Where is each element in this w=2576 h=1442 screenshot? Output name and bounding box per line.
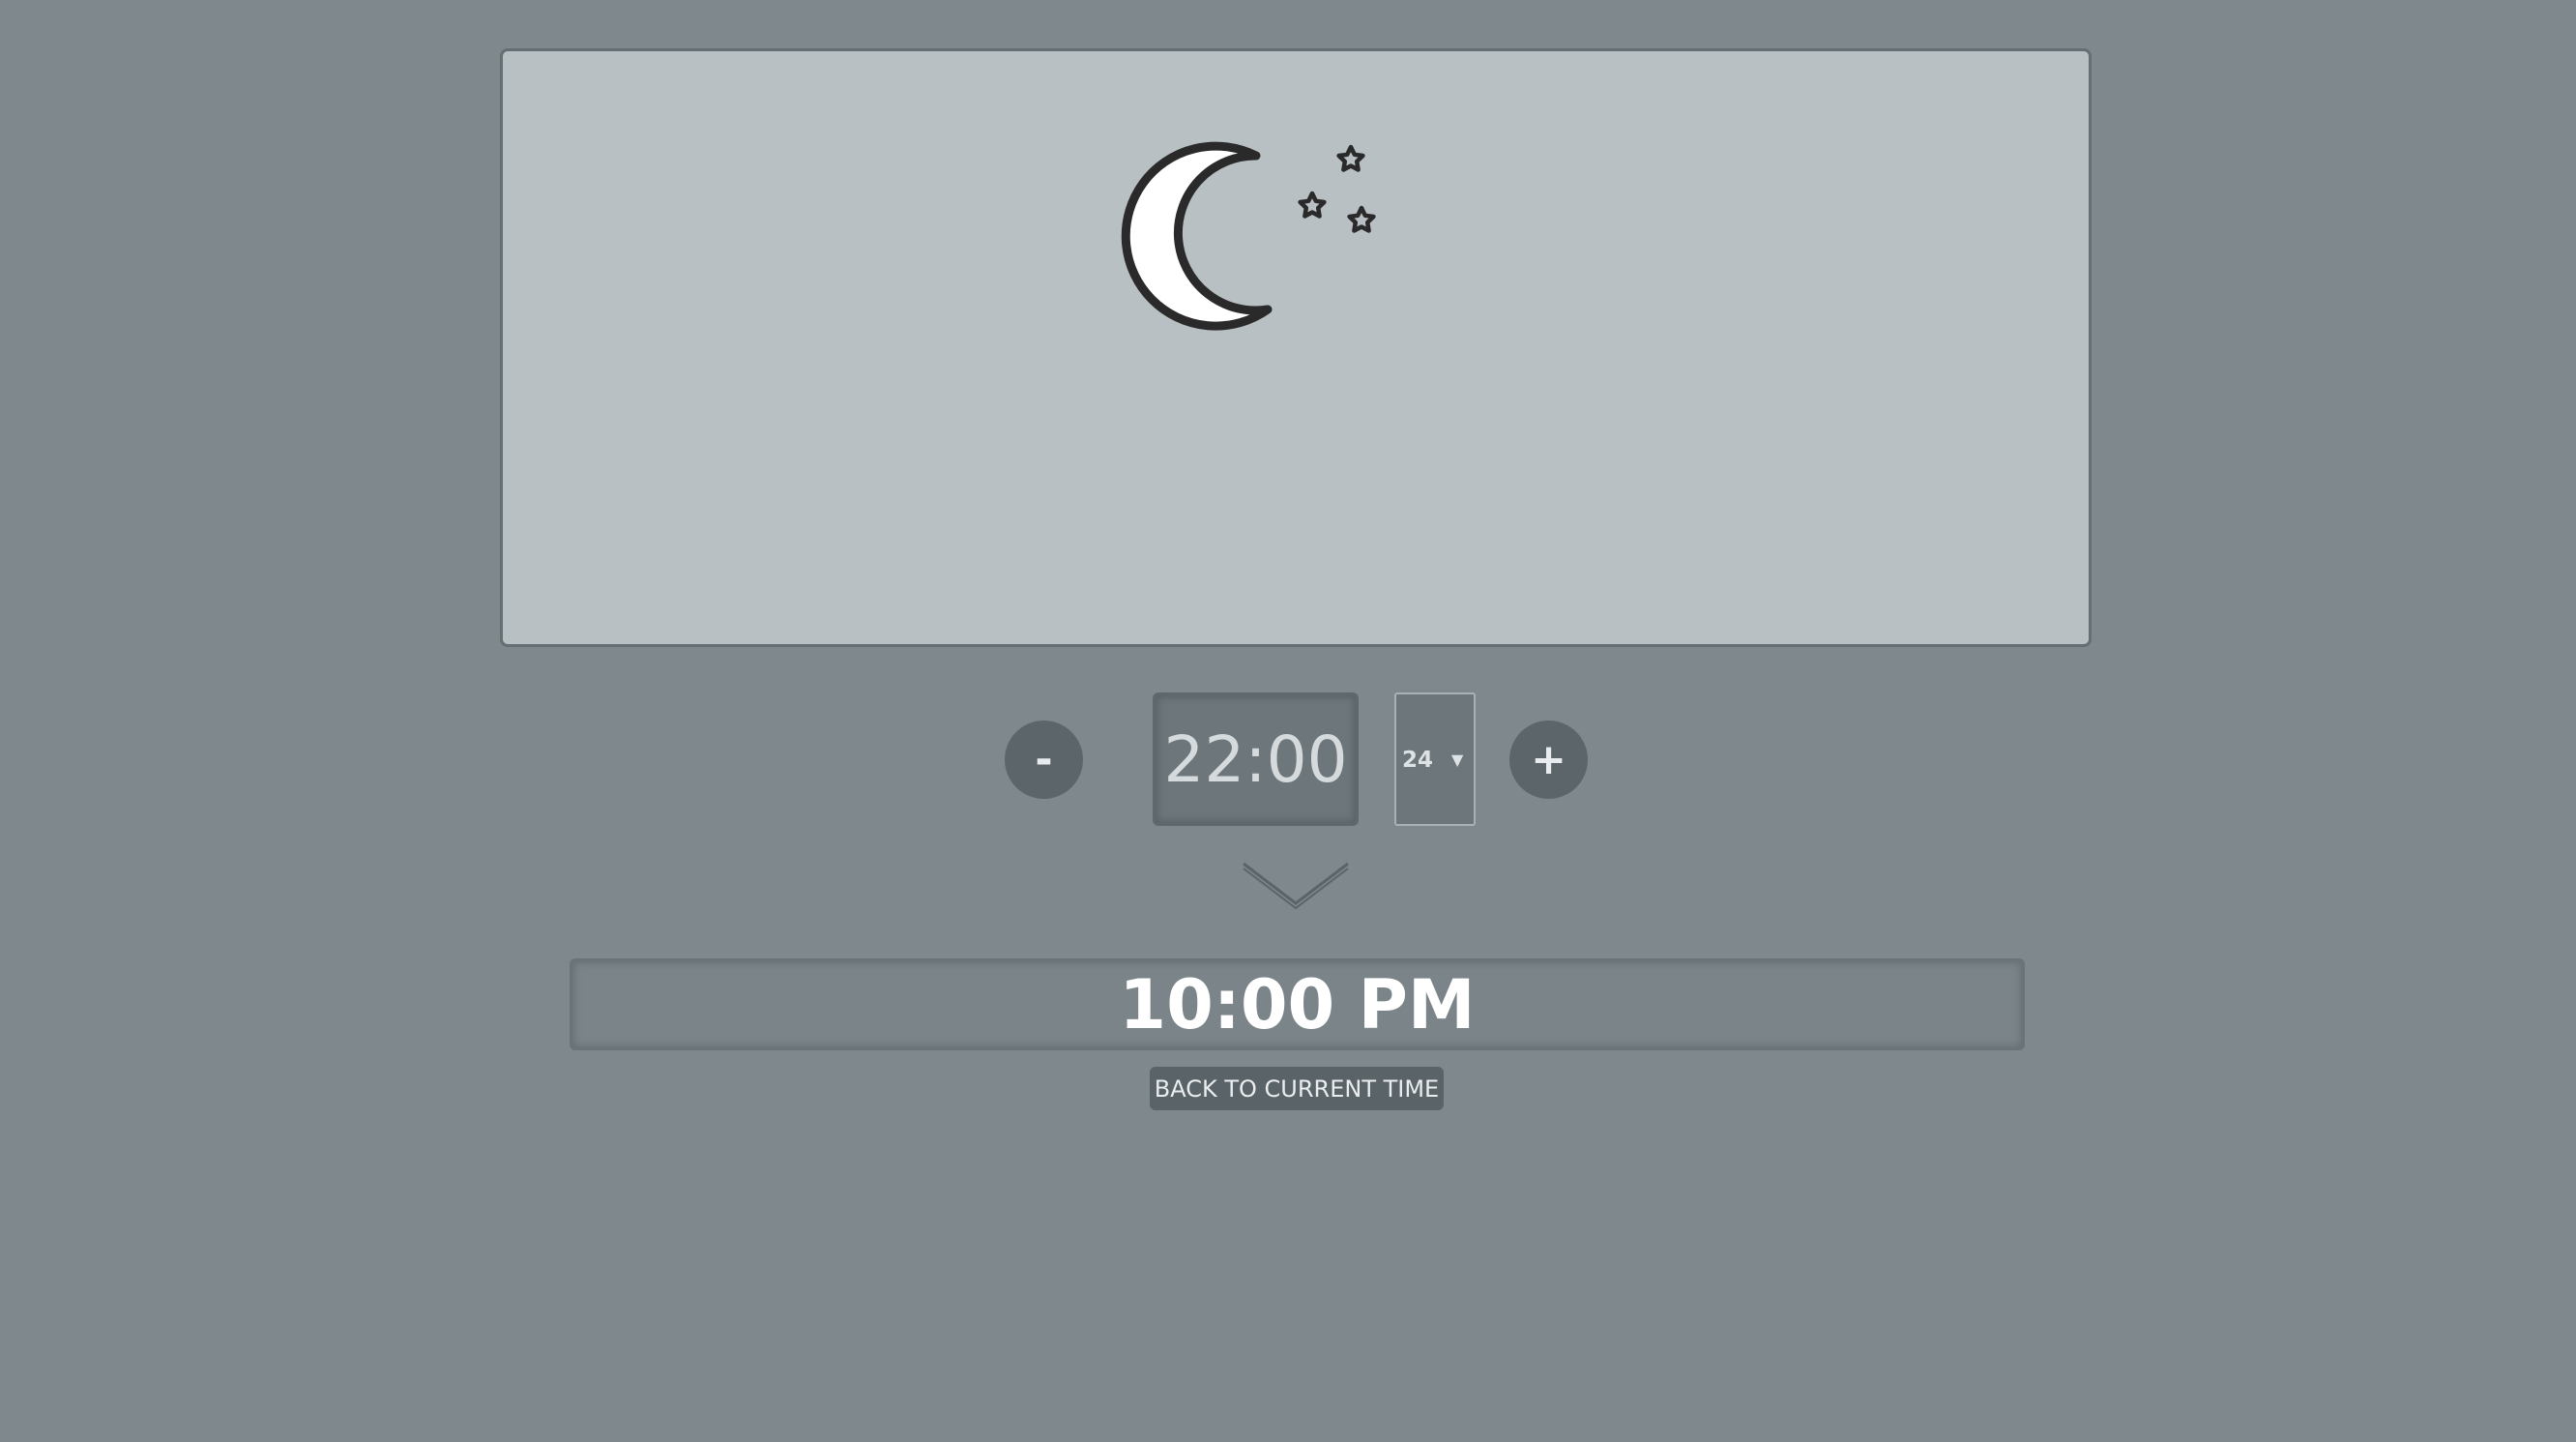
time-input[interactable] [1153,692,1359,826]
moon-and-stars-icon [1121,141,1376,331]
back-to-current-time-button[interactable]: BACK TO CURRENT TIME [1150,1067,1444,1110]
converted-time-display: 10:00 PM [570,958,2025,1050]
increment-hour-button[interactable]: + [1509,721,1588,799]
chevron-down-icon [1243,862,1349,910]
time-converter-app: - 24 ▼ + 10:00 PM BACK TO CURRENT TIME [0,0,2576,1442]
star-icon [1298,191,1327,219]
dropdown-caret-icon: ▼ [1451,750,1464,769]
moon-icon [1121,141,1273,331]
decrement-hour-button[interactable]: - [1005,721,1083,799]
sky-display-panel [500,48,2092,647]
hour-format-select[interactable]: 24 ▼ [1394,692,1476,826]
star-icon [1347,205,1376,233]
converted-time-text: 10:00 PM [1119,964,1476,1045]
star-icon [1336,144,1365,172]
hour-format-value: 24 [1402,748,1434,773]
